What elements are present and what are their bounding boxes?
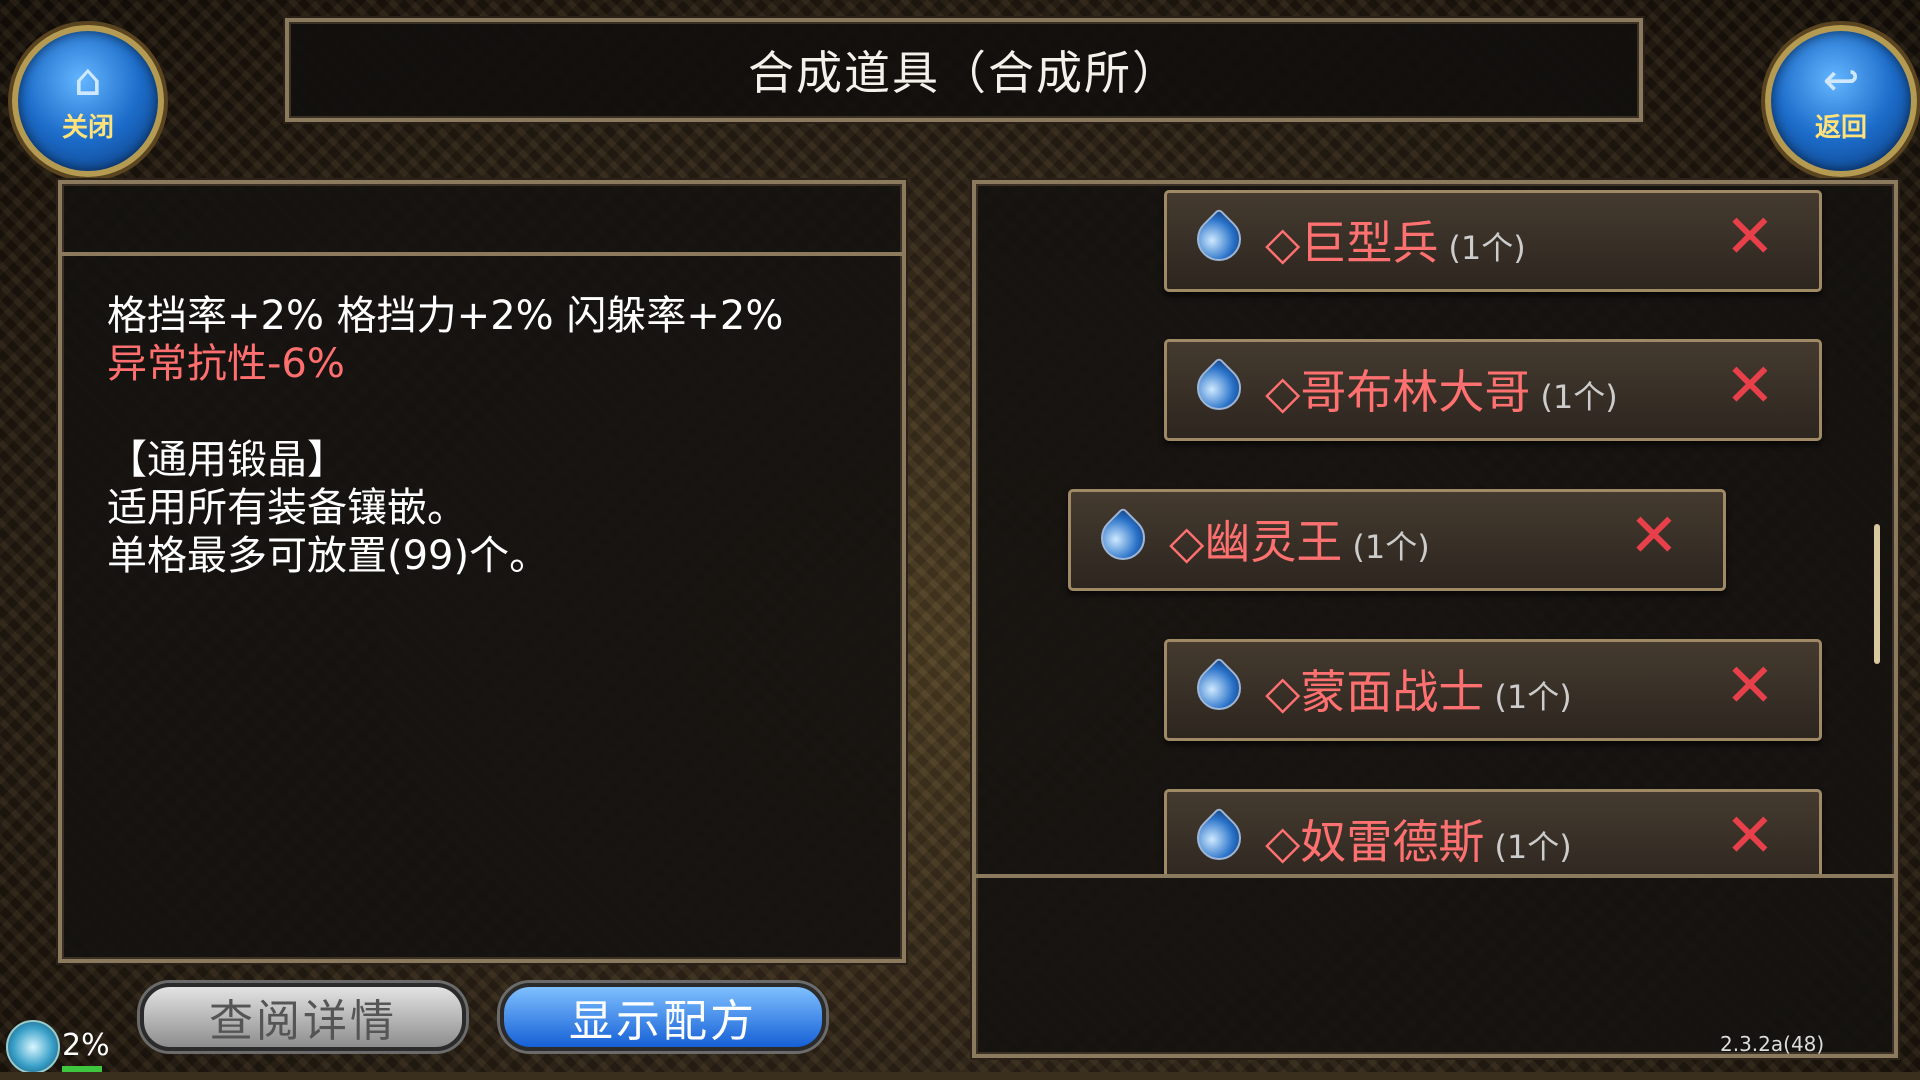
list-item-selected[interactable]: ◇幽灵王 (1个) ✕ — [1068, 489, 1726, 591]
crystal-icon — [1187, 656, 1251, 720]
item-quantity: (1个) — [1448, 229, 1526, 267]
home-icon: ⌂ — [74, 54, 102, 106]
remove-icon[interactable]: ✕ — [1629, 504, 1679, 568]
remove-icon[interactable]: ✕ — [1725, 804, 1775, 868]
item-name: ◇哥布林大哥 — [1265, 365, 1531, 419]
item-quantity: (1个) — [1540, 378, 1618, 416]
crystal-icon — [1187, 356, 1251, 420]
item-name: ◇幽灵王 — [1169, 515, 1343, 569]
close-button-label: 关闭 — [61, 112, 114, 143]
bottom-border — [0, 1072, 1920, 1080]
material-list[interactable]: ◇巨型兵 (1个) ✕ ◇哥布林大哥 (1个) ✕ ◇幽灵王 (1个) ✕ ◇蒙面战士… — [976, 184, 1894, 874]
stat-penalty: 异常抗性-6% — [107, 341, 345, 387]
show-formula-button[interactable]: 显示配方 — [500, 983, 826, 1051]
item-category: 【通用锻晶】 — [107, 437, 347, 483]
page-title: 合成道具（合成所） — [748, 46, 1180, 100]
version-label: 2.3.2a(48) — [1720, 1032, 1825, 1056]
view-details-button[interactable]: 查阅详情 — [140, 983, 466, 1051]
download-progress-icon — [6, 1020, 60, 1074]
remove-icon[interactable]: ✕ — [1725, 205, 1775, 269]
list-item[interactable]: ◇蒙面战士 (1个) ✕ — [1164, 639, 1822, 741]
close-button[interactable]: ⌂ 关闭 — [12, 25, 164, 177]
item-quantity: (1个) — [1352, 528, 1430, 566]
item-description-panel: 格挡率+2% 格挡力+2% 闪躲率+2% 异常抗性-6% 【通用锻晶】 适用所有… — [58, 180, 906, 963]
crystal-icon — [1187, 806, 1251, 870]
remove-icon[interactable]: ✕ — [1725, 654, 1775, 718]
item-name: ◇巨型兵 — [1265, 216, 1439, 270]
item-quantity: (1个) — [1494, 678, 1572, 716]
description-line-2: 单格最多可放置(99)个。 — [107, 533, 550, 579]
remove-icon[interactable]: ✕ — [1725, 354, 1775, 418]
description-line-1: 适用所有装备镶嵌。 — [107, 485, 467, 531]
back-button-label: 返回 — [1814, 112, 1867, 143]
item-name: ◇奴雷德斯 — [1265, 815, 1485, 869]
progress-percent: 2% — [62, 1028, 110, 1063]
crystal-icon — [1187, 207, 1251, 271]
return-arrow-icon: ↩ — [1822, 54, 1860, 106]
panel-divider — [62, 252, 902, 256]
item-name: ◇蒙面战士 — [1265, 665, 1485, 719]
panel-divider — [976, 874, 1894, 878]
list-item[interactable]: ◇奴雷德斯 (1个) ✕ — [1164, 789, 1822, 874]
item-description: 格挡率+2% 格挡力+2% 闪躲率+2% 异常抗性-6% 【通用锻晶】 适用所有… — [107, 292, 847, 580]
back-button[interactable]: ↩ 返回 — [1765, 25, 1917, 177]
crystal-icon — [1091, 506, 1155, 570]
list-item[interactable]: ◇巨型兵 (1个) ✕ — [1164, 190, 1822, 292]
list-scrollbar[interactable] — [1874, 524, 1880, 664]
material-list-panel: ◇巨型兵 (1个) ✕ ◇哥布林大哥 (1个) ✕ ◇幽灵王 (1个) ✕ ◇蒙面战士… — [972, 180, 1898, 1058]
stat-bonuses: 格挡率+2% 格挡力+2% 闪躲率+2% — [107, 293, 784, 339]
item-quantity: (1个) — [1494, 828, 1572, 866]
list-item[interactable]: ◇哥布林大哥 (1个) ✕ — [1164, 339, 1822, 441]
title-bar: 合成道具（合成所） — [285, 18, 1643, 122]
